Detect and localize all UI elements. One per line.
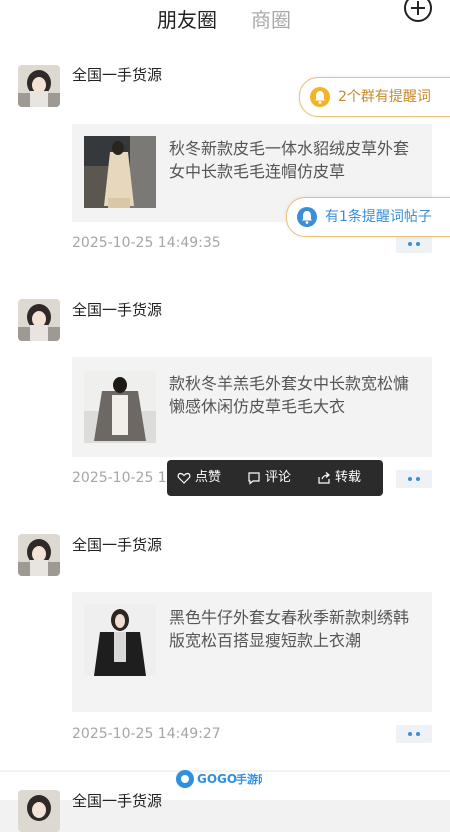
group-reminder-text: 2个群有提醒词 — [338, 89, 431, 105]
share-icon — [318, 472, 330, 484]
product-thumbnail[interactable] — [84, 604, 156, 676]
bell-icon — [310, 87, 330, 107]
avatar[interactable] — [18, 790, 60, 832]
post-content-card[interactable]: 黑色牛仔外套女春秋季新款刺绣韩版宽松百搭显瘦短款上衣潮 — [72, 592, 432, 712]
post-content-card[interactable]: 款秋冬羊羔毛外套女中长款宽松慵懒感休闲仿皮草毛毛大衣 — [72, 357, 432, 457]
avatar[interactable] — [18, 299, 60, 341]
more-options-button[interactable] — [396, 235, 432, 253]
comment-label: 评论 — [265, 470, 292, 485]
bell-icon — [297, 207, 317, 227]
post-action-popup: 点赞 评论 转载 — [167, 460, 383, 496]
author-name[interactable]: 全国一手货源 — [72, 300, 162, 320]
author-name[interactable]: 全国一手货源 — [72, 65, 162, 85]
avatar[interactable] — [18, 65, 60, 107]
group-reminder-pill[interactable]: 2个群有提醒词 — [299, 77, 450, 117]
heart-icon — [177, 472, 191, 484]
svg-text:手游网: 手游网 — [236, 772, 262, 786]
post-text: 秋冬新款皮毛一体水貂绒皮草外套女中长款毛毛连帽仿皮草 — [169, 139, 410, 181]
feed-post: 全国一手货源 黑色牛仔外套女春秋季新款刺绣韩版宽松百搭显瘦短款上衣潮 2025-… — [0, 516, 450, 770]
post-reminder-text: 有1条提醒词帖子 — [325, 209, 432, 225]
post-timestamp: 2025-10-25 14:49:27 — [72, 726, 221, 742]
post-timestamp: 2025-10-25 14:49:35 — [72, 235, 221, 251]
author-name[interactable]: 全国一手货源 — [72, 791, 162, 811]
like-label: 点赞 — [195, 470, 222, 485]
svg-text:GOGO: GOGO — [197, 772, 237, 786]
product-thumbnail[interactable] — [84, 136, 156, 208]
tab-business-circle[interactable]: 商圈 — [251, 6, 291, 34]
watermark-logo: GOGO 手游网 — [174, 768, 269, 790]
plus-circle-icon[interactable] — [404, 0, 432, 22]
post-reminder-pill[interactable]: 有1条提醒词帖子 — [286, 197, 450, 237]
top-tab-bar: 朋友圈 商圈 — [0, 0, 450, 46]
more-options-button[interactable] — [396, 725, 432, 743]
product-thumbnail[interactable] — [84, 371, 156, 443]
share-label: 转载 — [335, 470, 362, 485]
post-text: 黑色牛仔外套女春秋季新款刺绣韩版宽松百搭显瘦短款上衣潮 — [169, 608, 410, 650]
post-text: 款秋冬羊羔毛外套女中长款宽松慵懒感休闲仿皮草毛毛大衣 — [169, 374, 410, 416]
tab-moments[interactable]: 朋友圈 — [157, 6, 217, 34]
more-options-button[interactable] — [396, 470, 432, 488]
post-timestamp: 2025-10-25 14 — [72, 470, 176, 486]
author-name[interactable]: 全国一手货源 — [72, 535, 162, 555]
comment-icon — [248, 472, 260, 485]
avatar[interactable] — [18, 534, 60, 576]
